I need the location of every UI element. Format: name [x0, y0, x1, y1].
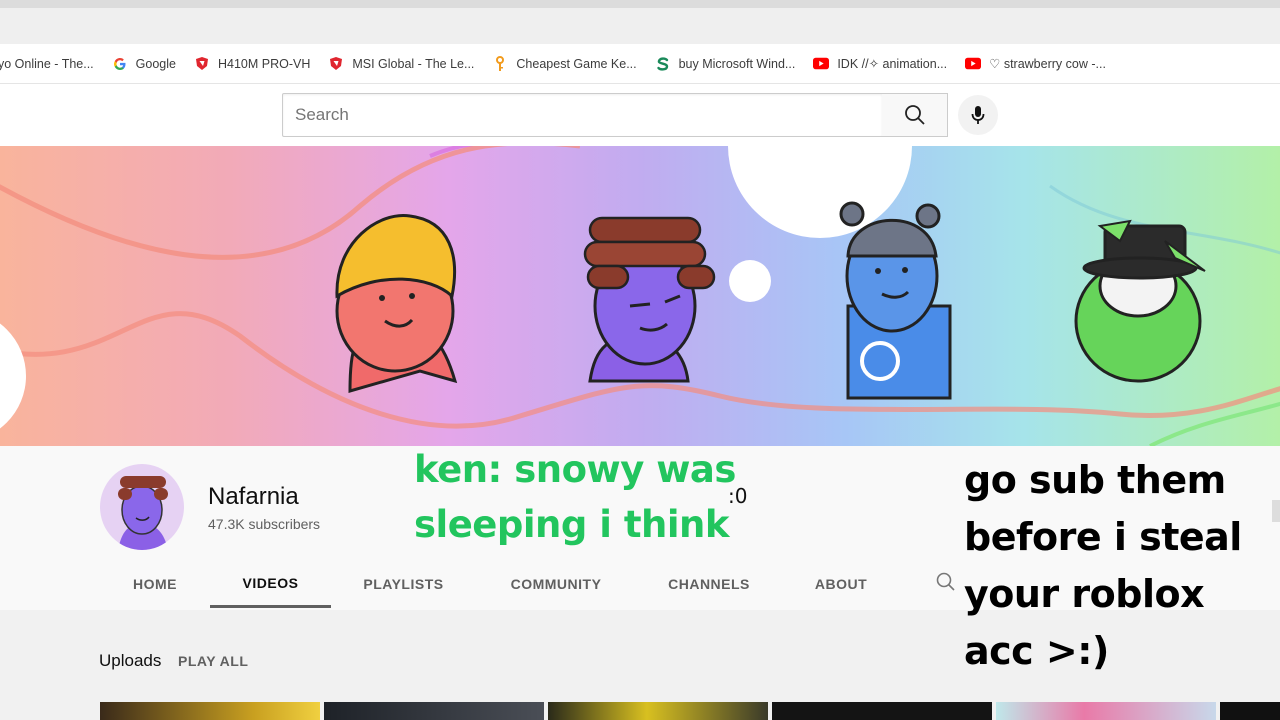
youtube-icon	[813, 56, 830, 72]
tab-community[interactable]: COMMUNITY	[476, 560, 636, 608]
tab-home[interactable]: HOME	[100, 560, 210, 608]
browser-top-border	[0, 0, 1280, 8]
channel-search-button[interactable]	[934, 570, 958, 594]
video-thumbnail[interactable]	[1220, 702, 1280, 720]
search-icon	[904, 105, 925, 125]
uploads-title: Uploads	[99, 651, 162, 670]
tab-playlists[interactable]: PLAYLISTS	[331, 560, 476, 608]
key-icon	[492, 55, 508, 72]
browser-address-area	[0, 8, 1280, 44]
tab-videos[interactable]: VIDEOS	[210, 560, 331, 608]
search-box	[282, 93, 883, 137]
dollar-icon	[655, 56, 671, 72]
msi-shield-icon	[328, 56, 344, 72]
tab-about[interactable]: ABOUT	[782, 560, 900, 608]
youtube-masthead	[0, 84, 1280, 146]
channel-banner	[0, 146, 1280, 446]
play-all-button[interactable]: PLAY ALL	[178, 653, 248, 669]
video-thumbnail[interactable]	[772, 702, 992, 720]
video-thumbnail[interactable]	[100, 702, 320, 720]
avatar-illustration	[118, 476, 168, 550]
character-helmet-illustration	[335, 213, 458, 393]
video-thumbnail[interactable]	[996, 702, 1216, 720]
bookmark-msi-global[interactable]: MSI Global - The Le...	[328, 56, 474, 72]
search-icon	[936, 572, 955, 591]
bookmark-cheapest-game-keys[interactable]: Cheapest Game Ke...	[492, 55, 637, 72]
overlay-caption-green: ken: snowy was sleeping i think	[414, 448, 736, 546]
bookmark-h410m[interactable]: H410M PRO-VH	[194, 56, 310, 72]
channel-tabs: HOME VIDEOS PLAYLISTS COMMUNITY CHANNELS…	[100, 560, 900, 610]
channel-name: Nafarnia	[208, 483, 299, 510]
subscriber-count: 47.3K subscribers	[208, 516, 321, 532]
bookmark-idk-animation[interactable]: IDK //✧ animation...	[813, 56, 947, 72]
overlay-caption-black: go sub them before i steal your roblox a…	[964, 458, 1242, 673]
banner-artwork	[0, 146, 1280, 446]
msi-shield-icon	[194, 56, 210, 72]
bookmarks-bar: yo Online - The... Google H410M PRO-VH M…	[0, 44, 1280, 84]
bookmark-yo-online[interactable]: yo Online - The...	[0, 57, 94, 71]
character-top-hat-illustration	[1074, 219, 1206, 383]
bookmark-buy-microsoft[interactable]: buy Microsoft Wind...	[655, 56, 795, 72]
browser-tab-strip	[0, 0, 1280, 44]
character-bear-hat-illustration	[839, 201, 952, 400]
channel-avatar[interactable]	[100, 464, 184, 550]
video-thumbnails-row	[100, 702, 1280, 720]
overlay-note-small: :0	[728, 484, 748, 508]
character-curlers-illustration	[583, 216, 716, 383]
voice-search-button[interactable]	[958, 95, 998, 135]
youtube-icon	[965, 56, 982, 72]
video-thumbnail[interactable]	[548, 702, 768, 720]
search-input[interactable]	[283, 94, 882, 136]
tab-channels[interactable]: CHANNELS	[636, 560, 782, 608]
scrollbar-thumb[interactable]	[1272, 500, 1280, 522]
video-thumbnail[interactable]	[324, 702, 544, 720]
bookmark-google[interactable]: Google	[112, 56, 176, 72]
search-button[interactable]	[882, 93, 948, 137]
google-icon	[112, 56, 128, 72]
microphone-icon	[971, 106, 985, 124]
bookmark-strawberry-cow[interactable]: ♡ strawberry cow -...	[965, 56, 1106, 72]
